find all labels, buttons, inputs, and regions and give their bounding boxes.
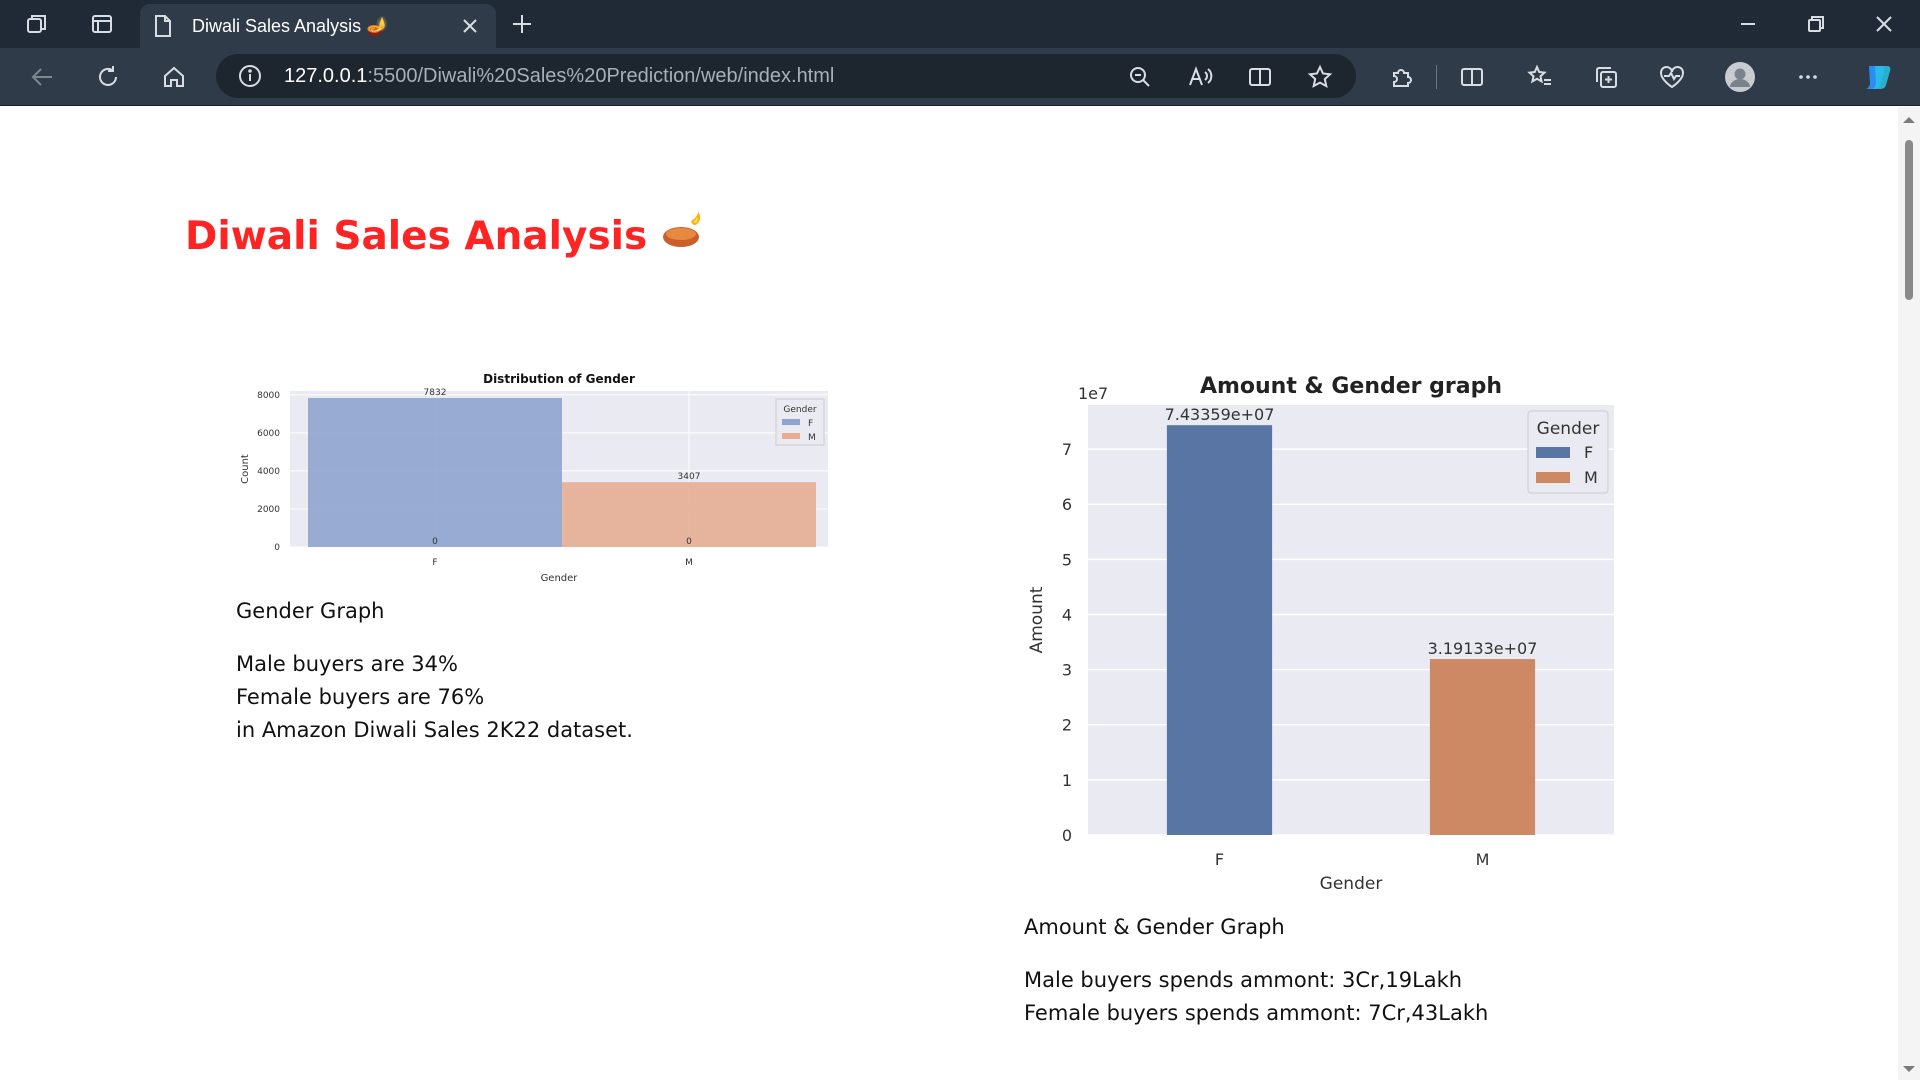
diya-icon [661, 211, 705, 261]
tab-actions-icon[interactable] [82, 4, 122, 44]
caption-line: Female buyers are 76% [236, 685, 485, 709]
read-aloud-icon[interactable] [1180, 57, 1220, 97]
bar-value-label: 7.43359e+07 [1165, 405, 1275, 424]
legend-label: M [1584, 468, 1598, 487]
split-screen-icon[interactable] [1452, 57, 1492, 97]
amount-gender-chart: 01234567F M7.43359e+073.19133e+07Amount &… [1027, 374, 1614, 894]
page-content: Diwali Sales Analysis 0 2000 4000 6000 8000 F… [0, 107, 1898, 1080]
bar-zero-label: 0 [686, 537, 692, 547]
site-info-icon[interactable] [238, 64, 262, 88]
page-title-text: Diwali Sales Analysis [185, 213, 648, 259]
y-tick-label: 6000 [257, 429, 280, 439]
amount-gender-caption: Amount & Gender Graph Male buyers spends… [1024, 911, 1488, 1030]
vertical-scrollbar[interactable] [1898, 107, 1920, 1080]
favorite-star-icon[interactable] [1300, 57, 1340, 97]
caption-line: Female buyers spends ammont: 7Cr,43Lakh [1024, 1001, 1489, 1025]
caption-title: Amount & Gender Graph [1024, 915, 1285, 939]
y-tick-label: 4000 [257, 467, 280, 477]
scroll-up-icon[interactable] [1898, 113, 1920, 127]
immersive-reader-icon[interactable] [1240, 57, 1280, 97]
y-tick-label: 2000 [257, 505, 280, 515]
page-title: Diwali Sales Analysis [185, 211, 705, 261]
page-icon [154, 15, 176, 37]
new-tab-button[interactable] [502, 4, 542, 44]
address-bar: 127.0.0.1:5500/Diwali%20Sales%20Predicti… [0, 48, 1920, 106]
legend-label: M [808, 433, 816, 443]
y-tick-label: 3 [1062, 661, 1072, 680]
caption-title: Gender Graph [236, 599, 385, 623]
y-tick-label: 5 [1062, 550, 1072, 569]
url-host: 127.0.0.1 [284, 64, 368, 87]
y-axis-label: Amount [1027, 586, 1047, 653]
y-tick-label: 8000 [257, 391, 280, 401]
bar-F [308, 398, 562, 547]
axis-offset-label: 1e7 [1078, 384, 1108, 403]
x-axis-label: Gender [1320, 874, 1383, 894]
restore-icon[interactable] [1796, 4, 1836, 44]
tab-title: Diwali Sales Analysis 🪔 [192, 15, 389, 36]
browser-essentials-icon[interactable] [1652, 57, 1692, 97]
y-tick-label: 0 [1062, 826, 1072, 845]
workspaces-icon[interactable] [18, 4, 58, 44]
y-tick-label: 2 [1062, 716, 1072, 735]
back-icon[interactable] [22, 57, 62, 97]
profile-avatar[interactable] [1720, 57, 1760, 97]
bar-value-label: 3.19133e+07 [1428, 639, 1538, 658]
close-tab-icon[interactable] [458, 14, 482, 38]
home-icon[interactable] [154, 57, 194, 97]
legend-swatch [1536, 447, 1570, 458]
x-tick-label: F [432, 558, 437, 568]
zoom-icon[interactable] [1120, 57, 1160, 97]
caption-line: Male buyers are 34% [236, 652, 458, 676]
x-tick-label: F [1215, 850, 1224, 869]
chart-title: Distribution of Gender [483, 372, 635, 386]
minimize-icon[interactable] [1728, 4, 1768, 44]
bar-zero-label: 0 [432, 537, 438, 547]
y-tick-label: 4 [1062, 605, 1072, 624]
caption-line: in Amazon Diwali Sales 2K22 dataset. [236, 718, 633, 742]
bar-value-label: 3407 [678, 472, 701, 482]
y-axis-label: Count [240, 454, 251, 484]
legend-label: F [808, 419, 813, 429]
favorites-icon[interactable] [1520, 57, 1560, 97]
more-options-icon[interactable] [1788, 57, 1828, 97]
legend-title: Gender [1537, 419, 1600, 439]
chart-title: Amount & Gender graph [1200, 374, 1502, 399]
caption-line: Male buyers spends ammont: 3Cr,19Lakh [1024, 968, 1463, 992]
scroll-thumb[interactable] [1905, 140, 1913, 300]
refresh-icon[interactable] [88, 57, 128, 97]
extensions-icon[interactable] [1382, 57, 1422, 97]
toolbar-divider [1436, 65, 1437, 89]
collections-icon[interactable] [1586, 57, 1626, 97]
y-tick-label: 7 [1062, 440, 1072, 459]
bar-value-label: 7832 [424, 388, 447, 398]
legend-swatch [1536, 472, 1570, 483]
bar-F [1166, 425, 1273, 835]
active-tab[interactable]: Diwali Sales Analysis 🪔 [140, 4, 496, 48]
copilot-icon[interactable] [1858, 57, 1898, 97]
y-tick-label: 1 [1062, 771, 1072, 790]
x-tick-label: M [685, 558, 693, 568]
gender-graph-caption: Gender Graph Male buyers are 34% Female … [236, 595, 633, 747]
legend-title: Gender [783, 405, 816, 415]
legend-label: F [1584, 443, 1593, 462]
x-tick-label: M [1476, 850, 1490, 869]
browser-tab-bar: Diwali Sales Analysis 🪔 [0, 0, 1920, 48]
legend-swatch [782, 433, 800, 439]
bar-M [1429, 659, 1536, 835]
scroll-down-icon[interactable] [1898, 1062, 1920, 1076]
y-tick-label: 0 [274, 543, 280, 553]
x-axis-label: Gender [541, 573, 579, 584]
y-tick-label: 6 [1062, 495, 1072, 514]
close-window-icon[interactable] [1864, 4, 1904, 44]
legend-swatch [782, 419, 800, 425]
url-path: :5500/Diwali%20Sales%20Prediction/web/in… [367, 64, 835, 87]
